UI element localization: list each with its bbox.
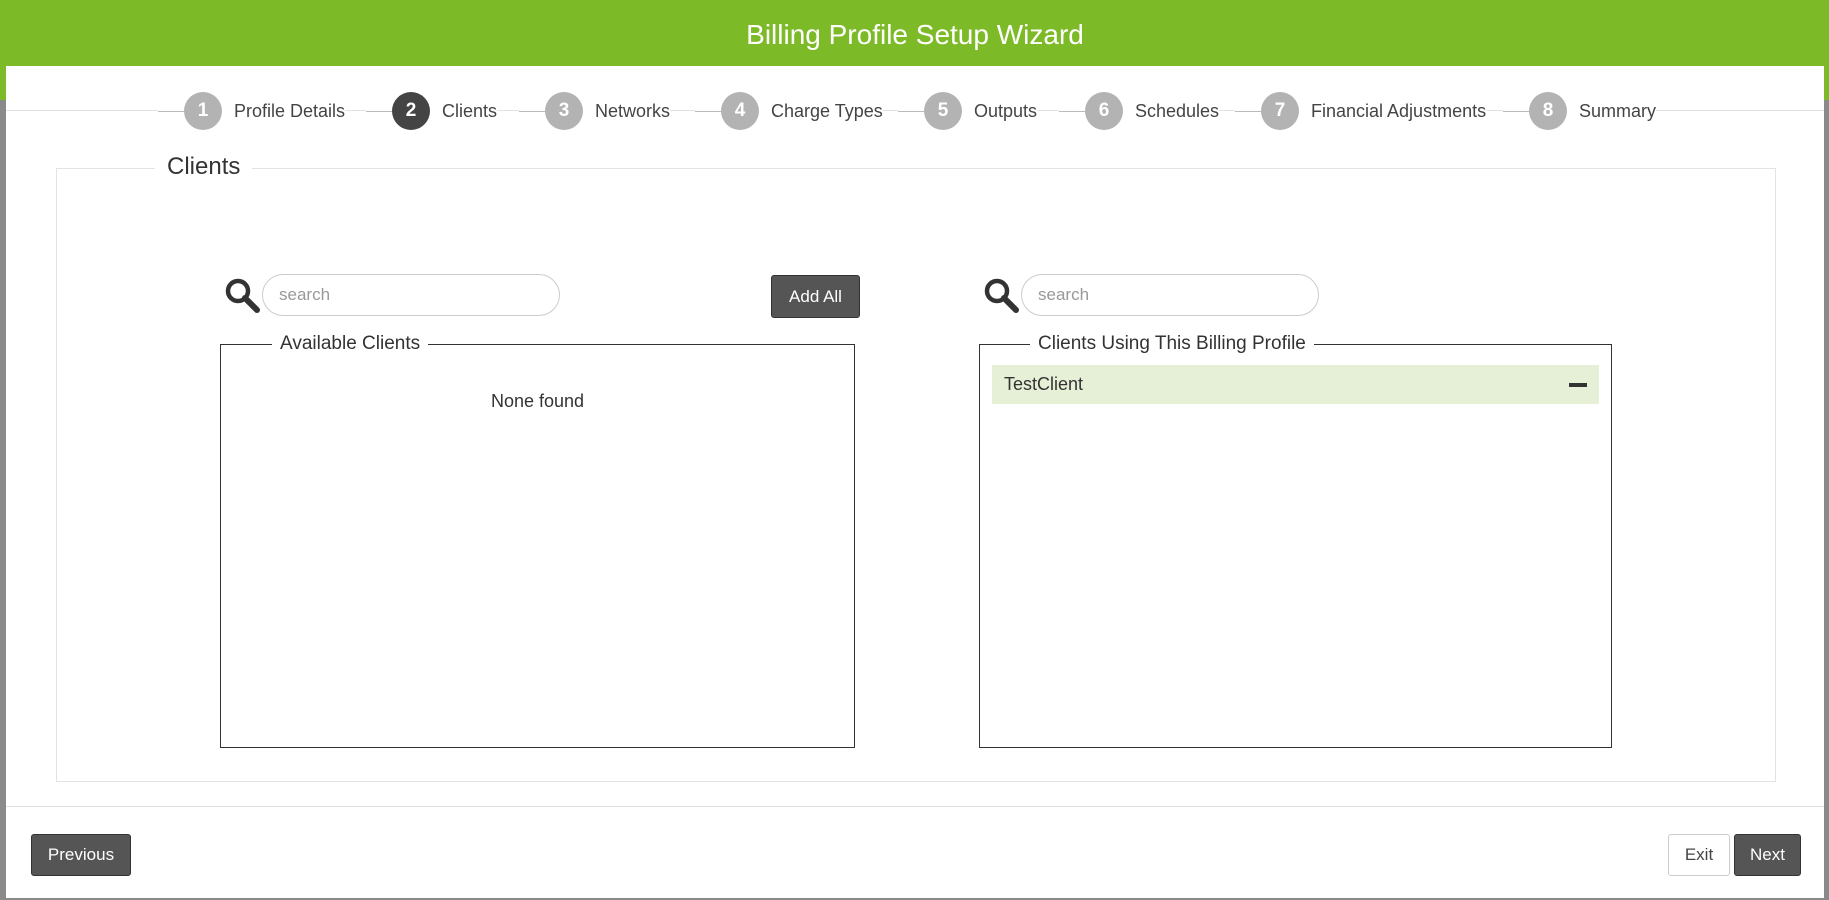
assigned-search-input[interactable] <box>1021 274 1319 316</box>
client-name: TestClient <box>1004 374 1084 394</box>
step-number: 8 <box>1529 92 1567 130</box>
step-number: 7 <box>1261 92 1299 130</box>
previous-button[interactable]: Previous <box>31 834 131 876</box>
step-number: 4 <box>721 92 759 130</box>
exit-button[interactable]: Exit <box>1668 834 1730 876</box>
step-label: Clients <box>442 100 498 121</box>
footer-divider <box>6 806 1824 807</box>
add-all-button[interactable]: Add All <box>771 275 860 318</box>
step-connector <box>695 110 721 112</box>
step-number: 3 <box>545 92 583 130</box>
wizard-stepper: 1 Profile Details 2 Clients 3 Networks 4… <box>6 66 1824 154</box>
step-label: Profile Details <box>234 100 346 121</box>
step-connector <box>158 110 184 112</box>
step-networks[interactable]: 3 Networks <box>519 92 671 130</box>
step-label: Financial Adjustments <box>1311 100 1487 121</box>
wizard-title: Billing Profile Setup Wizard <box>746 19 1084 50</box>
assigned-clients-legend: Clients Using This Billing Profile <box>1030 333 1314 355</box>
step-connector <box>519 110 545 112</box>
step-clients[interactable]: 2 Clients <box>366 92 498 130</box>
step-label: Summary <box>1579 100 1657 121</box>
step-financial-adjustments[interactable]: 7 Financial Adjustments <box>1235 92 1487 130</box>
clients-section: Clients Add All Available Clients None f… <box>56 153 1776 782</box>
step-summary[interactable]: 8 Summary <box>1503 92 1657 130</box>
assigned-search <box>983 274 1319 316</box>
step-connector <box>898 110 924 112</box>
list-item[interactable]: TestClient <box>992 365 1599 404</box>
step-number: 6 <box>1085 92 1123 130</box>
step-label: Charge Types <box>771 100 883 121</box>
step-number: 1 <box>184 92 222 130</box>
available-search <box>224 274 560 316</box>
available-clients-legend: Available Clients <box>272 333 429 355</box>
step-label: Outputs <box>974 100 1038 121</box>
minus-icon[interactable] <box>1569 382 1587 387</box>
empty-state-text: None found <box>490 391 585 411</box>
step-number: 2 <box>392 92 430 130</box>
search-icon <box>225 278 260 313</box>
step-schedules[interactable]: 6 Schedules <box>1059 92 1220 130</box>
step-profile-details[interactable]: 1 Profile Details <box>158 92 346 130</box>
wizard-header: Billing Profile Setup Wizard <box>6 4 1824 66</box>
next-button[interactable]: Next <box>1734 834 1801 876</box>
section-title: Clients <box>155 153 253 181</box>
step-label: Schedules <box>1135 100 1220 121</box>
step-outputs[interactable]: 5 Outputs <box>898 92 1038 130</box>
step-connector <box>1235 110 1261 112</box>
available-search-input[interactable] <box>262 274 560 316</box>
step-connector <box>1503 110 1529 112</box>
search-icon <box>984 278 1019 313</box>
step-number: 5 <box>924 92 962 130</box>
step-connector <box>1059 110 1085 112</box>
step-label: Networks <box>595 100 671 121</box>
assigned-clients-list: Clients Using This Billing Profile TestC… <box>979 333 1612 748</box>
step-charge-types[interactable]: 4 Charge Types <box>695 92 883 130</box>
available-clients-list: Available Clients None found <box>220 333 855 748</box>
wizard-modal: Billing Profile Setup Wizard 1 Profile D… <box>6 4 1824 898</box>
step-connector <box>366 110 392 112</box>
